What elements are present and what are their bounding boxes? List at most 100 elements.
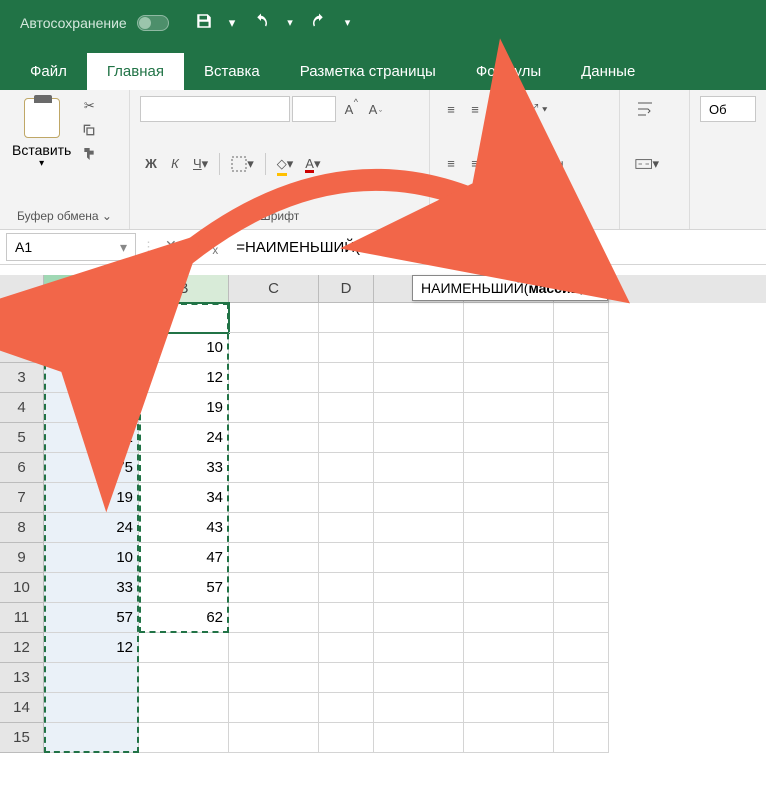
column-header-B[interactable]: B	[139, 275, 229, 303]
cell[interactable]	[554, 393, 609, 423]
cell[interactable]: 19	[139, 393, 229, 423]
name-box[interactable]: A1 ▾	[6, 233, 136, 261]
number-format-box[interactable]: Об	[700, 96, 756, 122]
cell[interactable]	[554, 603, 609, 633]
cell[interactable]	[139, 723, 229, 753]
cell[interactable]	[229, 423, 319, 453]
cell[interactable]	[229, 573, 319, 603]
format-painter-icon[interactable]	[79, 144, 99, 164]
cell[interactable]	[374, 693, 464, 723]
bold-button[interactable]: Ж	[140, 151, 162, 177]
tab-главная[interactable]: Главная	[87, 53, 184, 90]
merge-cells-icon[interactable]: ▾	[630, 151, 664, 177]
cell[interactable]	[464, 333, 554, 363]
cell[interactable]	[319, 543, 374, 573]
cell[interactable]: 47	[139, 543, 229, 573]
cell[interactable]	[554, 663, 609, 693]
cell[interactable]	[374, 483, 464, 513]
cell[interactable]: 33	[139, 453, 229, 483]
row-header[interactable]: 1	[0, 303, 44, 333]
cell[interactable]	[464, 483, 554, 513]
cell[interactable]	[44, 663, 139, 693]
cell[interactable]	[229, 603, 319, 633]
redo-icon[interactable]	[309, 12, 329, 33]
tab-формулы[interactable]: Формулы	[456, 53, 561, 90]
cell[interactable]	[139, 633, 229, 663]
align-center-icon[interactable]: ≡	[464, 151, 486, 177]
cell[interactable]	[229, 543, 319, 573]
border-button[interactable]: ▾	[226, 151, 259, 177]
column-header-D[interactable]: D	[319, 275, 374, 303]
cell[interactable]	[554, 453, 609, 483]
cell[interactable]	[554, 723, 609, 753]
cell[interactable]	[229, 333, 319, 363]
cell[interactable]	[229, 483, 319, 513]
cell[interactable]: 43	[139, 513, 229, 543]
cell[interactable]	[319, 393, 374, 423]
cell[interactable]: 62	[139, 603, 229, 633]
cell[interactable]: 34	[44, 333, 139, 363]
align-left-icon[interactable]: ≡	[440, 151, 462, 177]
cell[interactable]	[319, 663, 374, 693]
cell[interactable]	[319, 603, 374, 633]
copy-icon[interactable]	[79, 120, 99, 140]
font-name-box[interactable]	[140, 96, 290, 122]
undo-icon[interactable]	[251, 12, 271, 33]
cell[interactable]	[464, 603, 554, 633]
increase-indent-icon[interactable]: ⇥	[547, 151, 569, 177]
cell[interactable]	[139, 693, 229, 723]
cell[interactable]	[229, 633, 319, 663]
tab-разметка страницы[interactable]: Разметка страницы	[280, 53, 456, 90]
decrease-font-icon[interactable]: Aˇ	[362, 96, 384, 122]
cell[interactable]	[229, 453, 319, 483]
cell[interactable]	[319, 723, 374, 753]
cell[interactable]: 12	[44, 633, 139, 663]
row-header[interactable]: 5	[0, 423, 44, 453]
tab-данные[interactable]: Данные	[561, 53, 655, 90]
dropdown-icon[interactable]: ▾	[39, 158, 44, 169]
cell[interactable]: 34	[139, 483, 229, 513]
cell[interactable]	[374, 393, 464, 423]
cell[interactable]	[464, 513, 554, 543]
cell[interactable]	[229, 693, 319, 723]
row-header[interactable]: 14	[0, 693, 44, 723]
row-header[interactable]: 6	[0, 453, 44, 483]
cell[interactable]	[554, 423, 609, 453]
cell[interactable]	[464, 633, 554, 663]
cell[interactable]	[554, 303, 609, 333]
cell[interactable]	[554, 693, 609, 723]
cell[interactable]	[554, 483, 609, 513]
autosave-toggle[interactable]: Автосохранение	[20, 15, 169, 31]
cell[interactable]	[44, 723, 139, 753]
cell[interactable]	[229, 663, 319, 693]
align-right-icon[interactable]: ≡	[488, 151, 510, 177]
cell[interactable]	[374, 633, 464, 663]
cell[interactable]	[319, 363, 374, 393]
align-top-icon[interactable]: ≡	[440, 96, 462, 122]
fill-color-button[interactable]: ◇ ▾	[272, 151, 299, 177]
row-header[interactable]: 2	[0, 333, 44, 363]
cell[interactable]	[554, 333, 609, 363]
row-header[interactable]: 13	[0, 663, 44, 693]
dropdown-icon[interactable]: ▾	[120, 239, 127, 256]
cell[interactable]	[374, 363, 464, 393]
toggle-switch[interactable]	[137, 15, 169, 31]
column-header-C[interactable]: C	[229, 275, 319, 303]
cell[interactable]	[319, 693, 374, 723]
cell[interactable]	[374, 303, 464, 333]
cell[interactable]	[464, 393, 554, 423]
cell[interactable]	[374, 573, 464, 603]
cell[interactable]	[554, 363, 609, 393]
cell[interactable]: 75	[44, 453, 139, 483]
font-size-box[interactable]	[292, 96, 336, 122]
cell[interactable]: 24	[139, 423, 229, 453]
decrease-indent-icon[interactable]: ⇤	[523, 151, 545, 177]
cell[interactable]	[229, 303, 319, 333]
cell[interactable]: 47	[44, 393, 139, 423]
cell[interactable]: 12	[139, 363, 229, 393]
italic-button[interactable]: К	[164, 151, 186, 177]
cell[interactable]	[319, 483, 374, 513]
row-header[interactable]: 4	[0, 393, 44, 423]
cell[interactable]	[464, 453, 554, 483]
cell[interactable]: 33	[44, 573, 139, 603]
